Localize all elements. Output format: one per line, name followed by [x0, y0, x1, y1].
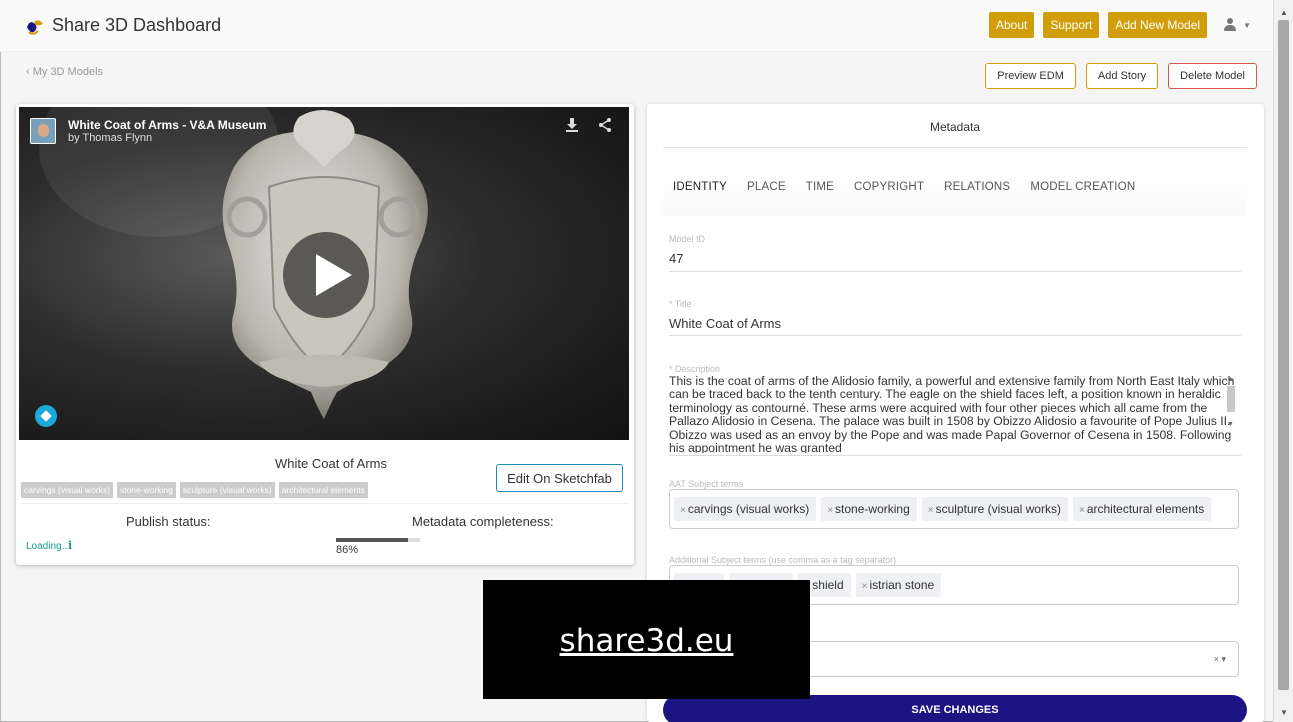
completeness-progress-fill — [336, 538, 409, 542]
scrollbar-thumb[interactable] — [1278, 20, 1289, 690]
model-tag: stone-working — [116, 482, 176, 498]
tab-identity[interactable]: IDENTITY — [663, 172, 737, 216]
user-icon — [1223, 18, 1237, 32]
top-navbar: Share 3D Dashboard About Support Add New… — [0, 0, 1273, 52]
tab-place[interactable]: PLACE — [737, 172, 796, 216]
publish-status-label: Publish status: — [126, 514, 211, 529]
title-label: * Title — [669, 299, 692, 309]
edit-on-sketchfab-button[interactable]: Edit On Sketchfab — [496, 464, 623, 492]
scrollbar-thumb[interactable] — [1227, 386, 1235, 412]
model-tag: carvings (visual works) — [21, 482, 113, 498]
aat-terms-input[interactable]: × carvings (visual works) × stone-working … — [669, 489, 1239, 529]
play-icon[interactable] — [283, 232, 369, 318]
tab-model-creation[interactable]: MODEL CREATION — [1020, 172, 1145, 216]
remove-icon[interactable]: × — [862, 581, 868, 592]
remove-icon[interactable]: × — [680, 505, 686, 516]
share3d-logo-icon — [24, 15, 46, 37]
sketchfab-viewer[interactable]: White Coat of Arms - V&A Museum by Thoma… — [19, 107, 629, 440]
preview-edm-button[interactable]: Preview EDM — [985, 63, 1076, 89]
scroll-up-icon[interactable]: ▲ — [1227, 376, 1234, 383]
support-button[interactable]: Support — [1043, 12, 1100, 38]
scroll-down-icon[interactable]: ▼ — [1227, 421, 1234, 428]
aat-term-chip[interactable]: × stone-working — [821, 497, 917, 521]
scroll-up-icon[interactable]: ▲ — [1280, 8, 1288, 17]
model-tag: sculpture (visual works) — [179, 482, 275, 498]
description-textarea[interactable]: This is the coat of arms of the Alidosio… — [669, 375, 1235, 453]
model-tag: architectural elements — [278, 482, 368, 498]
model-tags: carvings (visual works) stone-working sc… — [21, 482, 372, 498]
download-icon[interactable] — [564, 117, 580, 133]
remove-icon[interactable]: × — [928, 505, 934, 516]
metadata-tabs: IDENTITY PLACE TIME COPYRIGHT RELATIONS … — [663, 172, 1247, 216]
tab-time[interactable]: TIME — [796, 172, 844, 216]
additional-terms-label: Additional Subject terms (use comma as a… — [669, 555, 897, 565]
model-id-label: Model ID — [669, 234, 706, 244]
about-button[interactable]: About — [988, 12, 1035, 38]
model-card: White Coat of Arms - V&A Museum by Thoma… — [16, 104, 634, 565]
scroll-down-icon[interactable]: ▼ — [1280, 708, 1288, 717]
completeness-percent: 86% — [336, 544, 359, 556]
viewer-model-title[interactable]: White Coat of Arms - V&A Museum — [68, 118, 266, 132]
share-icon[interactable] — [597, 117, 613, 133]
metadata-completeness-label: Metadata completeness: — [412, 514, 554, 529]
add-new-model-button[interactable]: Add New Model — [1108, 12, 1208, 38]
tab-relations[interactable]: RELATIONS — [934, 172, 1020, 216]
nav-actions: About Support Add New Model ▼ — [980, 12, 1251, 38]
publish-status-value: Loading.. — [26, 541, 68, 552]
remove-icon[interactable]: × — [1079, 505, 1085, 516]
field-underline — [669, 455, 1241, 456]
description-scrollbar[interactable]: ▲ ▼ — [1224, 374, 1238, 454]
title-input[interactable]: White Coat of Arms — [669, 316, 781, 331]
delete-model-button[interactable]: Delete Model — [1168, 63, 1257, 89]
aat-terms-label: AAT Subject terms — [669, 479, 744, 489]
back-to-my-models-link[interactable]: ‹ My 3D Models — [26, 66, 103, 78]
info-icon[interactable]: i — [68, 539, 72, 552]
model-action-bar: Preview EDM Add Story Delete Model — [975, 63, 1257, 89]
add-story-button[interactable]: Add Story — [1085, 63, 1159, 89]
additional-term-chip[interactable]: × istrian stone — [855, 573, 942, 597]
model-id-value: 47 — [669, 251, 684, 266]
description-label: * Description — [669, 364, 721, 374]
aat-term-chip[interactable]: × architectural elements — [1072, 497, 1212, 521]
watermark-link[interactable]: share3d.eu — [560, 623, 734, 659]
completeness-progress-bar — [336, 538, 420, 542]
sketchfab-logo-icon[interactable] — [35, 405, 57, 427]
tab-copyright[interactable]: COPYRIGHT — [844, 172, 934, 216]
field-underline — [669, 335, 1241, 336]
clear-and-chevron-icon[interactable]: × ▾ — [1214, 654, 1226, 665]
metadata-header: Metadata — [663, 104, 1247, 148]
author-avatar[interactable] — [30, 118, 56, 144]
save-changes-button[interactable]: SAVE CHANGES — [663, 695, 1247, 722]
watermark-overlay: share3d.eu — [483, 580, 810, 699]
page-scrollbar[interactable]: ▲ ▼ — [1273, 0, 1293, 722]
brand[interactable]: Share 3D Dashboard — [24, 15, 221, 37]
divider — [21, 503, 629, 504]
field-underline — [669, 271, 1241, 272]
app-title: Share 3D Dashboard — [52, 15, 222, 35]
aat-term-chip[interactable]: × sculpture (visual works) — [921, 497, 1068, 521]
chevron-down-icon: ▼ — [1243, 20, 1251, 30]
viewer-author[interactable]: by Thomas Flynn — [68, 132, 152, 144]
user-menu[interactable]: ▼ — [1223, 18, 1251, 32]
remove-icon[interactable]: × — [827, 505, 833, 516]
aat-term-chip[interactable]: × carvings (visual works) — [674, 497, 817, 521]
